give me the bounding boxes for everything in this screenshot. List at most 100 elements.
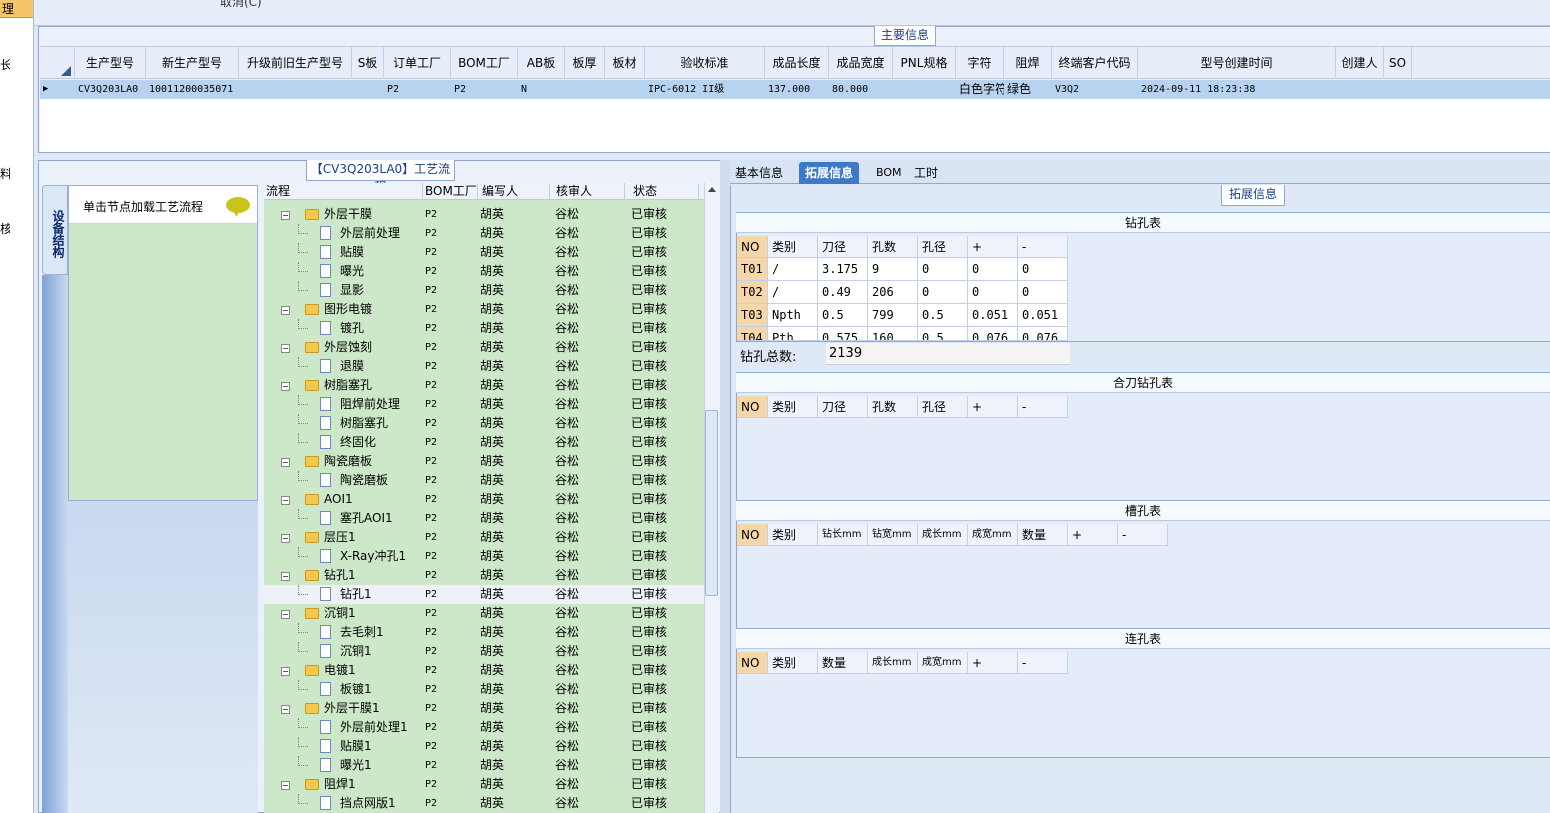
col-header[interactable]: 成品宽度 [829,47,893,79]
tab-work-hours[interactable]: 工时 [908,162,944,184]
expand-collapse-icon[interactable]: − [281,572,290,581]
col-header[interactable]: 新生产型号 [146,47,239,79]
flow-tree-row[interactable]: 贴膜 P2 胡英 谷松 已审核 [264,243,704,262]
col-header[interactable]: 型号创建时间 [1138,47,1336,79]
col-header[interactable]: AB板 [518,47,565,79]
table-header-cell[interactable]: + [968,396,1018,418]
table-header-cell[interactable]: NO [737,396,768,418]
flow-tree-row[interactable]: − 电镀1 P2 胡英 谷松 已审核 [264,661,704,680]
expand-collapse-icon[interactable]: − [281,705,290,714]
flow-tree-row[interactable]: − 外层蚀刻 P2 胡英 谷松 已审核 [264,338,704,357]
flow-tree-row[interactable]: 去毛刺1 P2 胡英 谷松 已审核 [264,623,704,642]
expand-collapse-icon[interactable]: − [281,344,290,353]
table-header-cell[interactable]: - [1018,396,1068,418]
flow-tree-row[interactable]: − 陶瓷磨板 P2 胡英 谷松 已审核 [264,452,704,471]
expand-collapse-icon[interactable]: − [281,496,290,505]
tab-basic-info[interactable]: 基本信息 [729,162,789,184]
table-header-cell[interactable]: 成长mm [868,652,918,674]
expand-collapse-icon[interactable]: − [281,667,290,676]
flow-tree-row[interactable]: X-Ray冲孔1 P2 胡英 谷松 已审核 [264,547,704,566]
tree-col-header[interactable]: 编写人 [478,183,550,200]
table-header-cell[interactable]: - [1018,652,1068,674]
table-header-cell[interactable]: NO [737,236,768,258]
table-header-cell[interactable]: 成宽mm [918,652,968,674]
expand-collapse-icon[interactable]: − [281,610,290,619]
table-header-cell[interactable]: 数量 [1018,524,1068,546]
tab-bom[interactable]: BOM [870,162,908,184]
col-header[interactable]: PNL规格 [893,47,956,79]
col-header[interactable]: SO [1384,47,1412,79]
col-header[interactable]: 成品长度 [765,47,829,79]
flow-tree-row[interactable]: − AOI1 P2 胡英 谷松 已审核 [264,490,704,509]
flow-tree-row[interactable]: − 外层干膜1 P2 胡英 谷松 已审核 [264,699,704,718]
flow-tree-row[interactable]: 外层前处理 P2 胡英 谷松 已审核 [264,224,704,243]
col-header[interactable]: 字符 [956,47,1004,79]
table-header-cell[interactable]: 数量 [818,652,868,674]
flow-tree-row[interactable]: 贴膜1 P2 胡英 谷松 已审核 [264,737,704,756]
expand-collapse-icon[interactable]: − [281,458,290,467]
flow-tree-row[interactable]: 曝光 P2 胡英 谷松 已审核 [264,262,704,281]
flow-tree-row[interactable]: − 树脂塞孔 P2 胡英 谷松 已审核 [264,376,704,395]
col-header[interactable]: 验收标准 [645,47,765,79]
grid-corner[interactable] [40,47,75,79]
table-header-cell[interactable]: + [1068,524,1118,546]
table-header-cell[interactable]: + [968,236,1018,258]
tree-col-header[interactable]: 核审人 [550,183,625,200]
table-header-cell[interactable]: 孔径 [918,396,968,418]
flow-tree-row[interactable]: − 阻焊1 P2 胡英 谷松 已审核 [264,775,704,794]
flow-tree-row[interactable]: 板镀1 P2 胡英 谷松 已审核 [264,680,704,699]
flow-tree-row[interactable]: 沉铜1 P2 胡英 谷松 已审核 [264,642,704,661]
flow-tree-row[interactable]: − 钻孔1 P2 胡英 谷松 已审核 [264,566,704,585]
col-header[interactable]: BOM工厂 [451,47,518,79]
table-header-cell[interactable]: - [1018,236,1068,258]
left-nav-item[interactable]: 核 [0,220,10,237]
flow-tree-row[interactable]: 挡点网版1 P2 胡英 谷松 已审核 [264,794,704,813]
col-header[interactable]: 阻焊 [1004,47,1052,79]
flow-tree-row[interactable]: 外层前处理1 P2 胡英 谷松 已审核 [264,718,704,737]
flow-tree-row[interactable]: 阻焊前处理 P2 胡英 谷松 已审核 [264,395,704,414]
col-header[interactable]: 创建人 [1336,47,1384,79]
table-header-cell[interactable]: 成宽mm [968,524,1018,546]
cancel-button[interactable]: 取消(C) [220,0,262,10]
expand-collapse-icon[interactable]: − [281,534,290,543]
flow-tree-row[interactable]: − 沉铜1 P2 胡英 谷松 已审核 [264,604,704,623]
tab-equipment-structure[interactable]: 设备结构 [42,185,68,275]
col-header[interactable]: 板厚 [565,47,605,79]
flow-tree-row[interactable]: 曝光1 P2 胡英 谷松 已审核 [264,756,704,775]
table-header-cell[interactable]: 刀径 [818,396,868,418]
tab-extended-info[interactable]: 拓展信息 [799,162,860,184]
left-nav-item[interactable]: 长 [0,56,10,73]
expand-collapse-icon[interactable]: − [281,211,290,220]
flow-tree-row[interactable]: 树脂塞孔 P2 胡英 谷松 已审核 [264,414,704,433]
table-header-cell[interactable]: 孔数 [868,236,918,258]
flow-tree-row[interactable]: 终固化 P2 胡英 谷松 已审核 [264,433,704,452]
flow-tree-row[interactable]: 镀孔 P2 胡英 谷松 已审核 [264,319,704,338]
table-header-cell[interactable]: - [1118,524,1168,546]
expand-collapse-icon[interactable]: − [281,306,290,315]
left-nav-item[interactable]: 料 [0,165,10,182]
table-header-cell[interactable]: + [968,652,1018,674]
table-header-cell[interactable]: 钻长mm [818,524,868,546]
table-header-cell[interactable]: 类别 [768,396,818,418]
flow-tree-row[interactable]: 陶瓷磨板 P2 胡英 谷松 已审核 [264,471,704,490]
tree-col-header[interactable]: 状态 [625,183,699,200]
table-header-cell[interactable]: NO [737,524,768,546]
table-header-cell[interactable]: 类别 [768,524,818,546]
col-header[interactable]: 生产型号 [75,47,146,79]
col-header[interactable]: 订单工厂 [384,47,451,79]
flow-tree-row[interactable]: 显影 P2 胡英 谷松 已审核 [264,281,704,300]
table-header-cell[interactable]: 孔径 [918,236,968,258]
flow-tree-row[interactable]: − 外层干膜 P2 胡英 谷松 已审核 [264,205,704,224]
tree-col-header[interactable]: 流程 [264,183,423,200]
table-header-cell[interactable]: 钻宽mm [868,524,918,546]
left-nav-active-item[interactable]: 理 [0,0,33,18]
flow-tree-row[interactable]: 塞孔AOI1 P2 胡英 谷松 已审核 [264,509,704,528]
table-header-cell[interactable]: 刀径 [818,236,868,258]
table-header-cell[interactable]: 类别 [768,236,818,258]
expand-collapse-icon[interactable]: − [281,382,290,391]
expand-collapse-icon[interactable]: − [281,781,290,790]
tree-scroll-thumb[interactable] [705,410,718,596]
col-header[interactable]: 板材 [605,47,645,79]
table-header-cell[interactable]: 孔数 [868,396,918,418]
tree-col-header[interactable]: BOM工厂 [423,183,478,200]
